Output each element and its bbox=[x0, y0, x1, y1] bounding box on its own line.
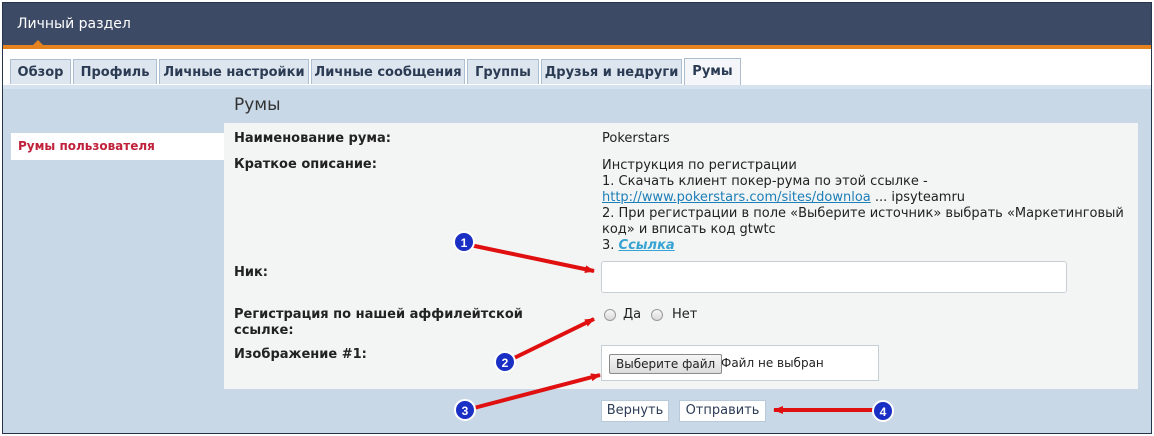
description-value: Инструкция по регистрации 1. Скачать кли… bbox=[602, 158, 1124, 254]
description-label: Краткое описание: bbox=[234, 157, 377, 172]
nick-label: Ник: bbox=[234, 265, 269, 280]
tab-private-messages[interactable]: Личные сообщения bbox=[311, 59, 465, 84]
affiliate-no-label: Нет bbox=[672, 307, 698, 322]
description-line-6: 3. Ссылка bbox=[602, 238, 1124, 254]
affiliate-yes-radio[interactable] bbox=[604, 309, 616, 321]
description-line-3: http://www.pokerstars.com/sites/downloa … bbox=[602, 190, 1124, 206]
tab-rooms[interactable]: Румы bbox=[684, 58, 741, 85]
description-line-5: код» и вписать код gtwtc bbox=[602, 222, 776, 237]
affiliate-no-radio[interactable] bbox=[651, 309, 663, 321]
page-title: Румы bbox=[234, 95, 281, 115]
tab-bar: Обзор Профиль Личные настройки Личные со… bbox=[3, 49, 1151, 89]
tab-overview[interactable]: Обзор bbox=[10, 59, 71, 84]
download-link-suffix: ... ipsyteamru bbox=[870, 190, 966, 205]
title-notch-icon bbox=[33, 40, 43, 45]
registration-link[interactable]: Ссылка bbox=[619, 238, 675, 253]
tab-profile[interactable]: Профиль bbox=[73, 59, 157, 84]
title-bar: Личный раздел bbox=[3, 3, 1151, 49]
affiliate-label-line-1: Регистрация по нашей аффилейтской bbox=[234, 307, 523, 322]
affiliate-label: Регистрация по нашей аффилейтской ссылке… bbox=[234, 307, 523, 339]
window-title: Личный раздел bbox=[17, 16, 131, 32]
tab-friends-foes[interactable]: Друзья и недруги bbox=[541, 59, 682, 84]
submit-button[interactable]: Отправить bbox=[679, 400, 766, 422]
description-line-2: 1. Скачать клиент покер-рума по этой ссы… bbox=[602, 174, 928, 189]
choose-file-button[interactable]: Выберите файл bbox=[609, 354, 723, 374]
description-line-1: Инструкция по регистрации bbox=[602, 158, 797, 173]
image-label: Изображение #1: bbox=[234, 347, 367, 362]
back-button[interactable]: Вернуть bbox=[601, 400, 669, 422]
nick-input[interactable] bbox=[601, 261, 1067, 293]
description-line-4: 2. При регистрации в поле «Выберите исто… bbox=[602, 206, 1124, 221]
room-name-value: Pokerstars bbox=[602, 131, 670, 146]
description-step-3-prefix: 3. bbox=[602, 238, 619, 253]
tab-personal-settings[interactable]: Личные настройки bbox=[159, 59, 309, 84]
room-name-label: Наименование рума: bbox=[234, 131, 391, 146]
sidebar-item-user-rooms[interactable]: Румы пользователя bbox=[11, 133, 227, 160]
file-upload: Выберите файл Файл не выбран bbox=[601, 345, 879, 381]
tab-groups[interactable]: Группы bbox=[467, 59, 539, 84]
download-link[interactable]: http://www.pokerstars.com/sites/downloa bbox=[602, 190, 871, 205]
affiliate-label-line-2: ссылке: bbox=[234, 323, 294, 338]
affiliate-yes-label: Да bbox=[623, 307, 642, 322]
file-status: Файл не выбран bbox=[721, 356, 824, 370]
